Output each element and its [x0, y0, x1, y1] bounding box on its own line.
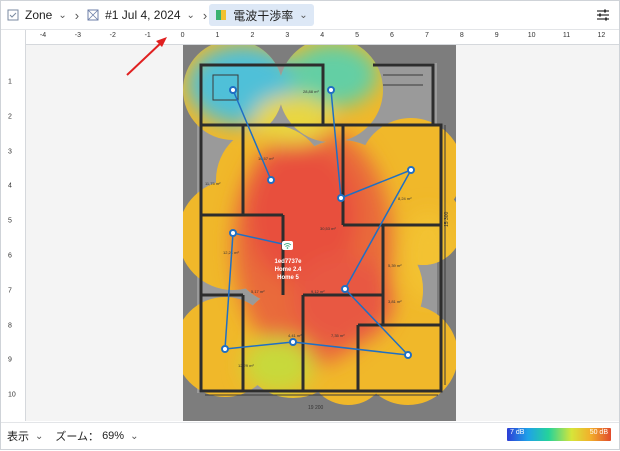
- ruler-tick-label: 6: [8, 252, 12, 260]
- zoom-menu[interactable]: ズーム： 69% ⌄: [49, 425, 144, 447]
- room-area-label: 9,12 m²: [311, 289, 325, 294]
- room-area-label: 7,35 m²: [331, 333, 345, 338]
- chevron-down-icon[interactable]: ⌄: [130, 431, 138, 442]
- heatmap-layer-icon: [216, 10, 227, 20]
- ruler-tick-label: 1: [215, 32, 220, 39]
- survey-point[interactable]: [221, 345, 229, 353]
- heatmap-svg: 30,53 m² 10,57 m² 8,24 m² 11,75 m² 28,88…: [183, 45, 456, 421]
- survey-point[interactable]: [404, 351, 412, 359]
- zone-label: Zone: [25, 8, 53, 22]
- ruler-tick-label: 0: [180, 32, 185, 39]
- ruler-tick-label: 1: [8, 78, 12, 86]
- survey-point[interactable]: [327, 86, 335, 94]
- snapshot-icon: [87, 9, 99, 21]
- ruler-tick-label: 12: [597, 32, 606, 39]
- color-scale-legend: 7 dB 50 dB: [507, 428, 611, 441]
- ruler-tick-label: 6: [390, 32, 394, 39]
- layer-crumb[interactable]: 電波干渉率 ⌄: [209, 4, 314, 26]
- chevron-down-icon[interactable]: ⌄: [187, 10, 195, 21]
- device-name: 1ed7737e: [274, 259, 302, 265]
- survey-point[interactable]: [341, 285, 349, 293]
- ruler-tick-label: 8: [8, 322, 12, 330]
- chevron-down-icon[interactable]: ⌄: [58, 10, 66, 21]
- survey-point[interactable]: [229, 229, 237, 237]
- survey-point[interactable]: [267, 176, 275, 184]
- survey-point[interactable]: [337, 194, 345, 202]
- room-area-label: 30,53 m²: [320, 226, 336, 231]
- survey-point[interactable]: [229, 86, 237, 94]
- device-ssid-2: Home 5: [277, 275, 299, 281]
- ruler-tick-label: 5: [8, 217, 12, 225]
- ruler-tick-label: 2: [8, 113, 12, 121]
- dimension-right: 15 300: [444, 211, 450, 227]
- view-label: 表示: [7, 431, 29, 443]
- room-area-label: 8,24 m²: [398, 196, 412, 201]
- ruler-tick-label: 5: [355, 32, 360, 39]
- ruler-tick-label: 9: [494, 32, 499, 39]
- ruler-tick-label: -2: [109, 32, 116, 39]
- device-ssid-1: Home 2.4: [275, 267, 302, 273]
- view-menu[interactable]: 表示 ⌄: [1, 425, 49, 447]
- room-area-label: 3,81 m²: [388, 299, 402, 304]
- layer-label: 電波干渉率: [233, 8, 294, 23]
- ruler-tick-label: 11: [562, 32, 571, 39]
- ruler-tick-label: 4: [8, 182, 12, 190]
- ruler-tick-label: 3: [8, 148, 12, 156]
- ruler-tick-label: 7: [424, 32, 429, 39]
- app-window: Zone ⌄ › #1 Jul 4, 2024 ⌄ › 電波干渉率 ⌄ -4 -3…: [0, 0, 620, 450]
- ruler-tick-label: 4: [320, 32, 325, 39]
- chevron-right-icon: ›: [202, 7, 208, 23]
- snapshot-crumb[interactable]: #1 Jul 4, 2024 ⌄: [81, 4, 201, 26]
- snapshot-label: #1 Jul 4, 2024: [105, 8, 181, 22]
- ruler-tick-label: 3: [285, 32, 290, 39]
- chevron-down-icon[interactable]: ⌄: [35, 431, 43, 442]
- room-area-label: 5,39 m²: [388, 263, 402, 268]
- zone-crumb[interactable]: Zone ⌄: [1, 4, 73, 26]
- horizontal-ruler: -4 -3 -2 -1 0 1 2 3 4 5 6 7 8 9 10 11 12: [25, 30, 619, 45]
- legend-min: 7 dB: [510, 429, 525, 436]
- zoom-label: ズーム：: [55, 431, 100, 443]
- room-area-label: 11,75 m²: [205, 181, 221, 186]
- survey-point[interactable]: [407, 166, 415, 174]
- room-area-label: 5,17 m²: [251, 289, 265, 294]
- dimension-bottom: 19 200: [308, 405, 324, 411]
- room-area-label: 4,41 m²: [288, 333, 302, 338]
- ruler-tick-label: -4: [39, 32, 47, 39]
- ruler-tick-label: 8: [459, 32, 464, 39]
- ruler-tick-label: -3: [74, 32, 82, 39]
- ruler-tick-label: -1: [144, 32, 151, 39]
- vertical-ruler: 1 2 3 4 5 6 7 8 9 10: [1, 30, 26, 421]
- legend-max: 50 dB: [589, 429, 608, 436]
- ruler-tick-label: 10: [8, 391, 16, 399]
- checkbox-icon: [7, 9, 19, 21]
- access-point-marker[interactable]: [282, 241, 293, 250]
- room-area-label: 28,88 m²: [303, 89, 319, 94]
- ruler-tick-label: 2: [250, 32, 255, 39]
- ruler-tick-label: 10: [527, 32, 536, 39]
- ruler-tick-label: 7: [8, 287, 12, 295]
- survey-point[interactable]: [289, 338, 297, 346]
- floor-plan-heatmap[interactable]: 30,53 m² 10,57 m² 8,24 m² 11,75 m² 28,88…: [183, 45, 456, 421]
- chevron-down-icon[interactable]: ⌄: [299, 10, 307, 21]
- zoom-value: 69%: [102, 430, 125, 442]
- ruler-tick-label: 9: [8, 356, 12, 364]
- breadcrumb-toolbar: Zone ⌄ › #1 Jul 4, 2024 ⌄ › 電波干渉率 ⌄: [1, 1, 619, 30]
- room-area-label: 12,29 m²: [238, 363, 254, 368]
- chevron-right-icon: ›: [74, 7, 80, 23]
- filter-settings-icon[interactable]: [595, 7, 611, 23]
